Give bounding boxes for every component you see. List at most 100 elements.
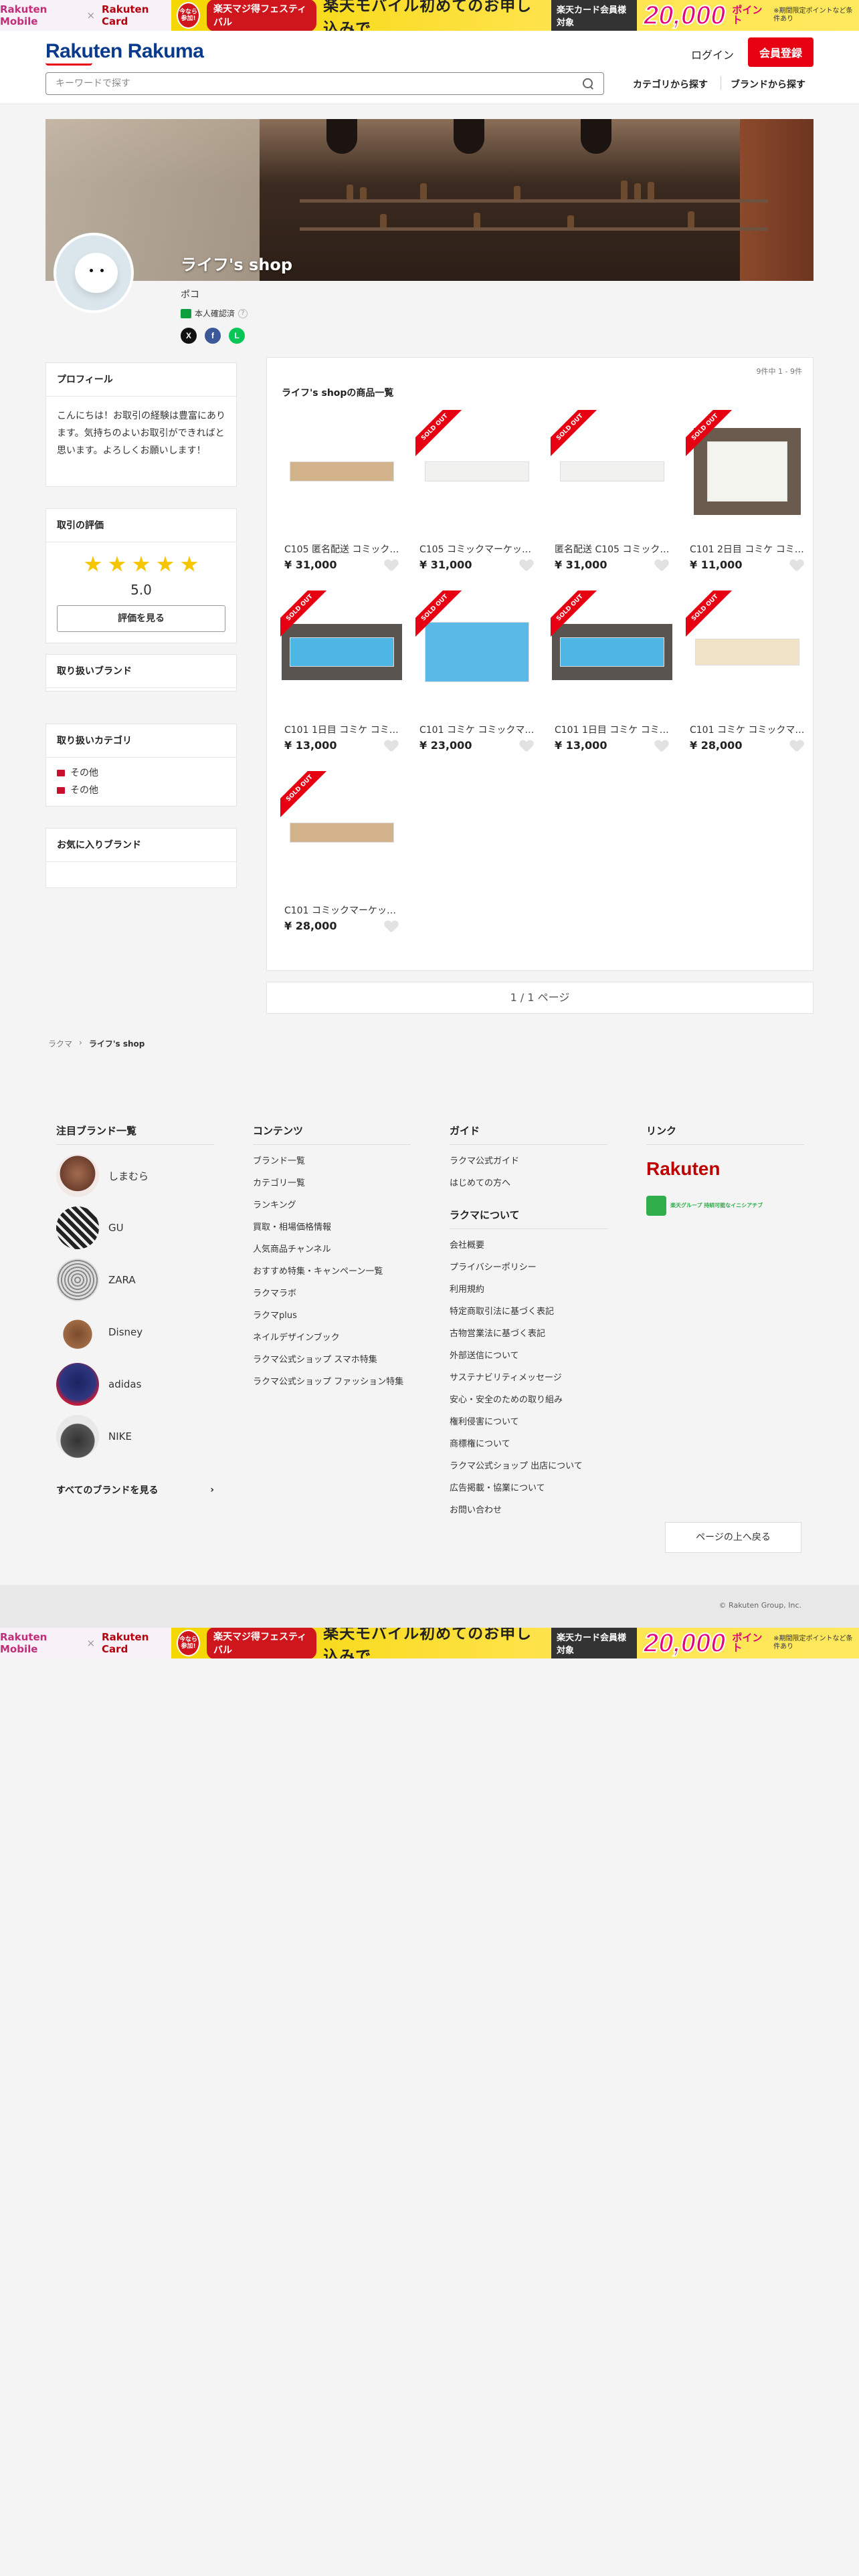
footer-link[interactable]: カテゴリ一覧 bbox=[253, 1178, 411, 1189]
sustainability-logo[interactable]: 楽天グループ 持続可能なイニシアチブ bbox=[646, 1196, 804, 1216]
breadcrumb-home[interactable]: ラクマ bbox=[48, 1038, 72, 1049]
footer-link[interactable]: ラクマ公式ショップ スマホ特集 bbox=[253, 1355, 411, 1366]
footer-link[interactable]: 商標権について bbox=[450, 1439, 607, 1450]
brand-item[interactable]: GU bbox=[56, 1206, 214, 1249]
heart-icon[interactable] bbox=[790, 740, 803, 752]
footer-link[interactable]: 特定商取引法に基づく表記 bbox=[450, 1307, 607, 1317]
product-name[interactable]: C101 2日目 コミケ コミックマーケット bbox=[690, 542, 805, 556]
product-name[interactable]: C101 コミケ コミックマーケット bbox=[419, 723, 535, 736]
heart-icon[interactable] bbox=[385, 921, 398, 933]
footer-link[interactable]: サステナビリティメッセージ bbox=[450, 1373, 607, 1384]
heart-icon[interactable] bbox=[520, 560, 533, 572]
heart-icon[interactable] bbox=[385, 560, 398, 572]
product-item[interactable]: SOLD OUT C101 1日目 コミケ コミックマーケット ¥ 13,000 bbox=[551, 591, 672, 766]
login-button[interactable]: ログイン bbox=[682, 40, 743, 68]
category-item[interactable]: その他 bbox=[57, 782, 225, 799]
rakuma-logo[interactable]: Rakuten Rakuma bbox=[45, 40, 204, 66]
product-item[interactable]: SOLD OUT C101 コミケ コミックマーケット ¥ 23,000 bbox=[415, 591, 537, 766]
footer-link[interactable]: おすすめ特集・キャンペーン一覧 bbox=[253, 1267, 411, 1277]
cover-bottle bbox=[360, 187, 367, 199]
heart-icon[interactable] bbox=[520, 740, 533, 752]
verified-icon bbox=[181, 308, 191, 318]
back-to-top-button[interactable]: ページの上へ戻る bbox=[665, 1522, 801, 1553]
search-icon[interactable] bbox=[582, 78, 594, 90]
product-item[interactable]: SOLD OUT C101 2日目 コミケ コミックマーケット ¥ 11,000 bbox=[686, 410, 807, 585]
rating-card: 取引の評価 5.0 評価を見る bbox=[45, 508, 237, 643]
footer-link[interactable]: 利用規約 bbox=[450, 1285, 607, 1295]
promo-burst: 今なら参加! bbox=[177, 1630, 201, 1656]
footer-link[interactable]: プライバシーポリシー bbox=[450, 1263, 607, 1273]
verified-label: 本人確認済 bbox=[195, 309, 235, 318]
register-button[interactable]: 会員登録 bbox=[748, 37, 814, 67]
cover-lamp bbox=[454, 119, 484, 154]
brand-item[interactable]: ZARA bbox=[56, 1259, 214, 1301]
product-name[interactable]: C101 1日目 コミケ コミックマーケット bbox=[555, 723, 670, 736]
product-name[interactable]: C105 匿名配送 コミックマーケット bbox=[284, 542, 399, 556]
footer-link[interactable]: 会社概要 bbox=[450, 1241, 607, 1251]
search-bar[interactable] bbox=[45, 72, 604, 95]
footer-link[interactable]: はじめての方へ bbox=[450, 1178, 607, 1189]
product-name[interactable]: C101 コミックマーケット 2日目 bbox=[284, 903, 399, 917]
footer-link[interactable]: 人気商品チャンネル bbox=[253, 1245, 411, 1255]
promo-banner-bottom[interactable]: Rakuten Mobile × Rakuten Card 今なら参加! 楽天マ… bbox=[0, 1628, 859, 1658]
footer-link[interactable]: ラクマ公式ショップ 出店について bbox=[450, 1461, 607, 1472]
footer-link[interactable]: ラクマラボ bbox=[253, 1289, 411, 1299]
footer-link[interactable]: 外部送信について bbox=[450, 1351, 607, 1362]
brand-search-link[interactable]: ブランドから探す bbox=[731, 78, 805, 91]
heart-icon[interactable] bbox=[655, 740, 668, 752]
product-name[interactable]: C101 コミケ コミックマーケット bbox=[690, 723, 805, 736]
profile-card: プロフィール こんにちは！お取引の経験は豊富にあります。気持ちのよいお取引ができ… bbox=[45, 362, 237, 487]
all-brands-link[interactable]: すべてのブランドを見る › bbox=[56, 1483, 214, 1497]
promo-points: 20,000 bbox=[643, 1628, 726, 1658]
about-title: ラクマについて bbox=[450, 1208, 607, 1229]
footer-link[interactable]: ラクマplus bbox=[253, 1311, 411, 1321]
footer-link[interactable]: 広告掲載・協業について bbox=[450, 1483, 607, 1494]
fav-brands-title: お気に入りブランド bbox=[46, 829, 236, 862]
promo-fest-label: 楽天マジ得フェスティバル bbox=[207, 0, 317, 31]
product-image[interactable] bbox=[282, 411, 402, 532]
brand-item[interactable]: Disney bbox=[56, 1311, 214, 1354]
brand-item[interactable]: NIKE bbox=[56, 1415, 214, 1458]
footer-link[interactable]: 古物営業法に基づく表記 bbox=[450, 1329, 607, 1339]
rakuten-logo[interactable]: Rakuten bbox=[646, 1158, 804, 1180]
promo-main: 今なら参加! 楽天マジ得フェスティバル 楽天モバイル初めてのお申し込みで 楽天カ… bbox=[171, 0, 859, 31]
product-name[interactable]: C101 1日目 コミケ コミックマーケット bbox=[284, 723, 399, 736]
product-item[interactable]: SOLD OUT 匿名配送 C105 コミックマーケット ¥ 31,000 bbox=[551, 410, 672, 585]
see-ratings-button[interactable]: 評価を見る bbox=[57, 605, 225, 632]
promo-banner-top[interactable]: Rakuten Mobile × Rakuten Card 今なら参加! 楽天マ… bbox=[0, 0, 859, 31]
heart-icon[interactable] bbox=[655, 560, 668, 572]
facebook-share-icon[interactable]: f bbox=[205, 328, 221, 344]
footer-link[interactable]: ランキング bbox=[253, 1200, 411, 1211]
footer-link[interactable]: お問い合わせ bbox=[450, 1505, 607, 1516]
x-share-icon[interactable]: X bbox=[181, 328, 197, 344]
footer-link[interactable]: ブランド一覧 bbox=[253, 1156, 411, 1167]
product-item[interactable]: SOLD OUT C101 1日目 コミケ コミックマーケット ¥ 13,000 bbox=[280, 591, 402, 766]
product-item[interactable]: SOLD OUT C101 コミケ コミックマーケット ¥ 28,000 bbox=[686, 591, 807, 766]
heart-icon[interactable] bbox=[790, 560, 803, 572]
category-search-link[interactable]: カテゴリから探す bbox=[633, 78, 708, 91]
product-item[interactable]: SOLD OUT C105 コミックマーケット 1日目 ¥ 31,000 bbox=[415, 410, 537, 585]
footer-link[interactable]: ラクマ公式ガイド bbox=[450, 1156, 607, 1167]
footer-link[interactable]: ネイルデザインブック bbox=[253, 1333, 411, 1344]
footer-link[interactable]: 安心・安全のための取り組み bbox=[450, 1395, 607, 1406]
rating-title: 取引の評価 bbox=[46, 509, 236, 542]
cover-bottle bbox=[688, 211, 694, 227]
footer-link[interactable]: ラクマ公式ショップ ファッション特集 bbox=[253, 1377, 411, 1388]
ticket-photo bbox=[290, 637, 394, 667]
brand-item[interactable]: adidas bbox=[56, 1363, 214, 1406]
heart-icon[interactable] bbox=[385, 740, 398, 752]
product-name[interactable]: C105 コミックマーケット 1日目 bbox=[419, 542, 535, 556]
search-input[interactable] bbox=[56, 78, 582, 89]
brand-item[interactable]: しまむら bbox=[56, 1154, 214, 1197]
category-item[interactable]: その他 bbox=[57, 764, 225, 782]
product-item[interactable]: C105 匿名配送 コミックマーケット ¥ 31,000 bbox=[282, 411, 402, 585]
product-item[interactable]: SOLD OUT C101 コミックマーケット 2日目 ¥ 28,000 bbox=[280, 771, 402, 946]
folder-icon bbox=[57, 787, 65, 794]
brand-image bbox=[56, 1154, 99, 1197]
line-share-icon[interactable]: L bbox=[229, 328, 245, 344]
help-icon[interactable]: ? bbox=[238, 308, 248, 318]
product-name[interactable]: 匿名配送 C105 コミックマーケット bbox=[555, 542, 670, 556]
footer-link[interactable]: 買取・相場価格情報 bbox=[253, 1222, 411, 1233]
star-icon bbox=[181, 556, 198, 572]
footer-link[interactable]: 権利侵害について bbox=[450, 1417, 607, 1428]
